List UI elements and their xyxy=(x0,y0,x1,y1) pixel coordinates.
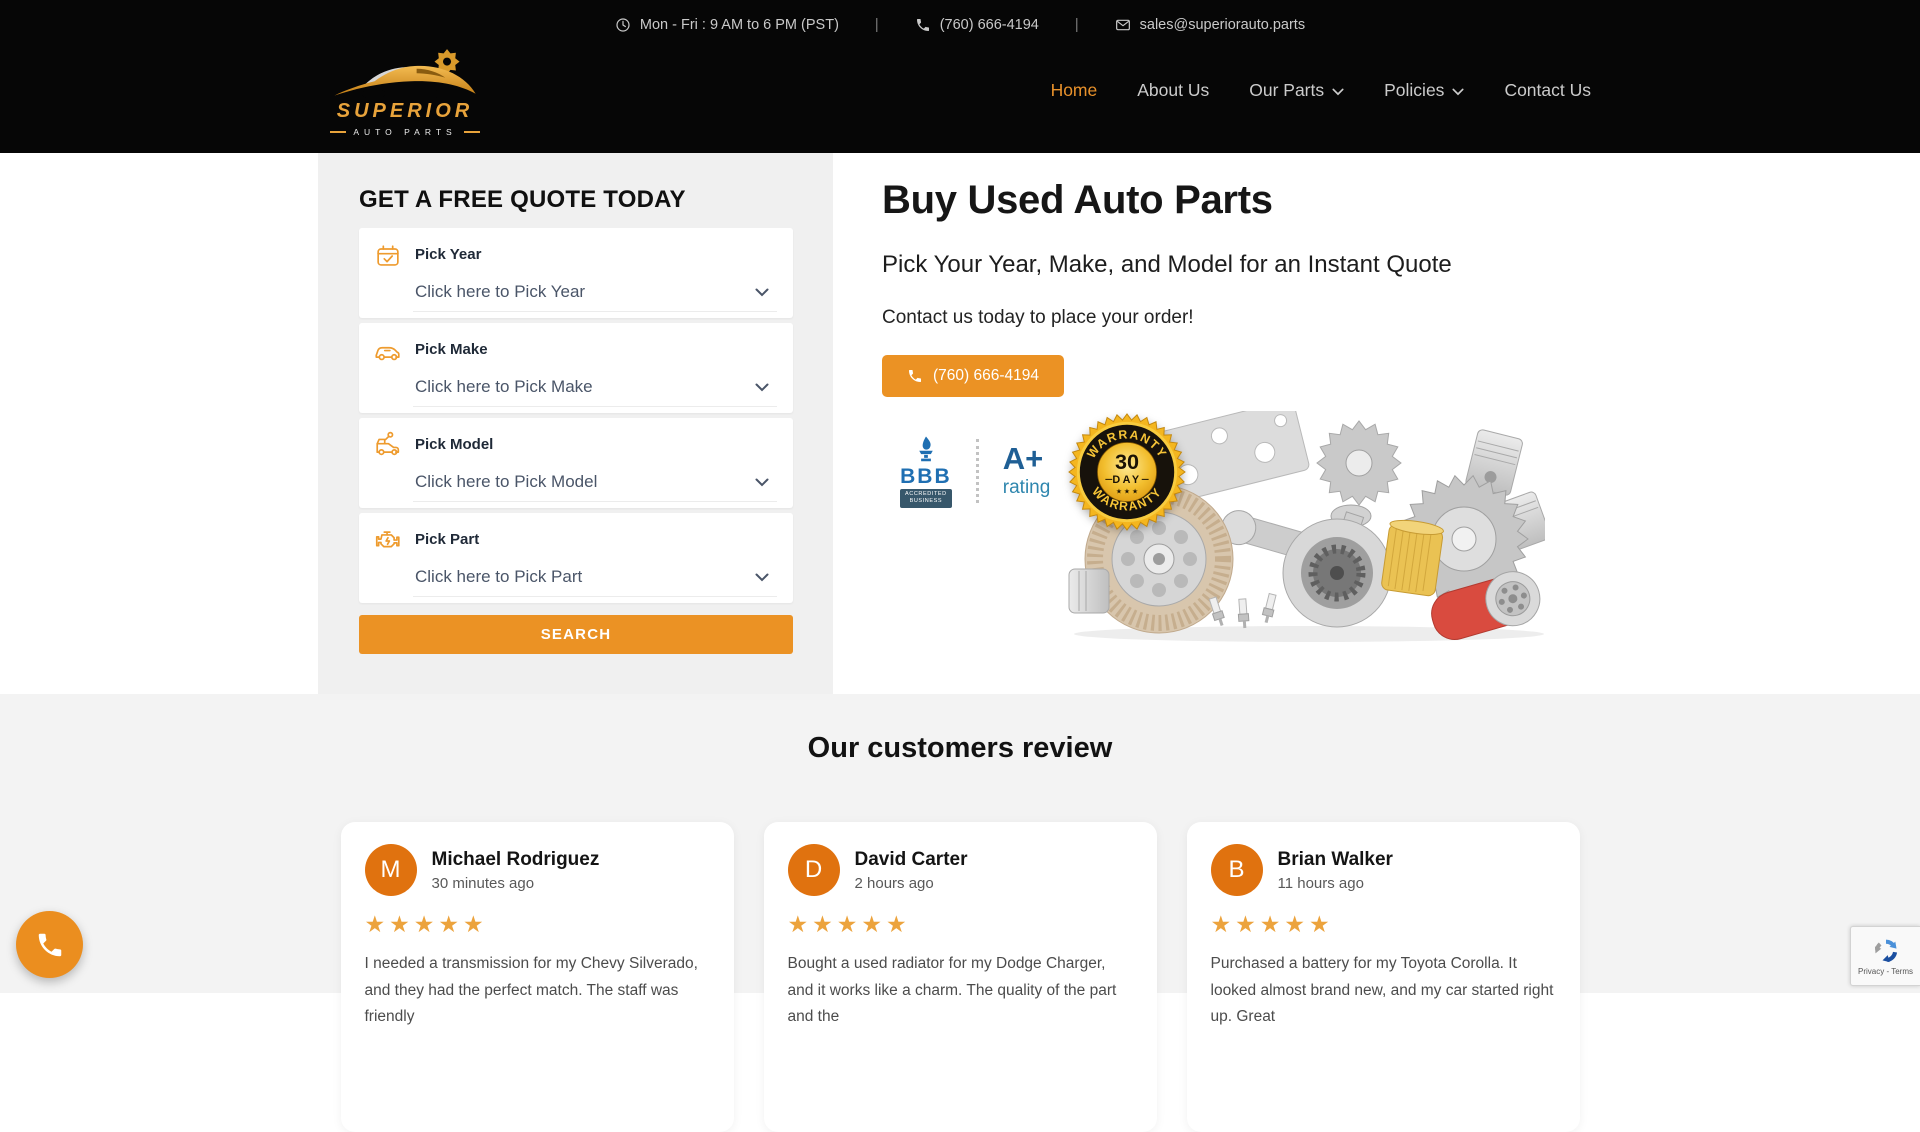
topbar-separator: | xyxy=(1075,17,1079,33)
reviews-section: Our customers review M Michael Rodriguez… xyxy=(0,694,1920,993)
topbar-phone-text: (760) 666-4194 xyxy=(940,17,1039,33)
hours-text: Mon - Fri : 9 AM to 6 PM (PST) xyxy=(640,17,839,33)
chevron-down-icon xyxy=(1452,88,1464,96)
main-header-row: SUPERIOR AUTO PARTS Home About Us Our Pa… xyxy=(329,42,1591,137)
recaptcha-badge[interactable]: Privacy - Terms xyxy=(1850,926,1920,986)
quote-form-title: GET A FREE QUOTE TODAY xyxy=(359,186,793,214)
hero-section: GET A FREE QUOTE TODAY Pick Year Click h… xyxy=(0,153,1920,694)
topbar: Mon - Fri : 9 AM to 6 PM (PST) | (760) 6… xyxy=(0,0,1920,42)
chevron-down-icon xyxy=(755,478,769,487)
review-card: B Brian Walker 11 hours ago ★★★★★ Purcha… xyxy=(1187,822,1580,1132)
rating-label: rating xyxy=(1003,477,1051,499)
bbb-torch-icon xyxy=(911,435,941,465)
review-card: M Michael Rodriguez 30 minutes ago ★★★★★… xyxy=(341,822,734,1132)
reviewer-name: David Carter xyxy=(855,849,968,871)
hero-subtitle: Pick Your Year, Make, and Model for an I… xyxy=(882,251,1920,279)
hero-phone-button[interactable]: (760) 666-4194 xyxy=(882,355,1064,397)
envelope-icon xyxy=(1115,17,1131,33)
hero-phone-text: (760) 666-4194 xyxy=(933,367,1039,385)
field-label: Pick Model xyxy=(415,431,493,453)
car-icon xyxy=(373,336,403,366)
star-rating: ★★★★★ xyxy=(365,911,710,938)
pick-model-select[interactable]: Click here to Pick Model xyxy=(413,470,777,502)
air-filter xyxy=(1381,518,1444,597)
hero-cta-text: Contact us today to place your order! xyxy=(882,307,1920,329)
trust-badges: BBB ACCREDITED BUSINESS A+ rating xyxy=(900,435,1050,508)
nav-our-parts[interactable]: Our Parts xyxy=(1249,80,1344,101)
topbar-phone-link[interactable]: (760) 666-4194 xyxy=(915,17,1039,33)
chevron-down-icon xyxy=(755,288,769,297)
reviews-title: Our customers review xyxy=(0,694,1920,765)
pick-year-select[interactable]: Click here to Pick Year xyxy=(413,280,777,312)
review-text: I needed a transmission for my Chevy Sil… xyxy=(365,951,710,1031)
site-header: Mon - Fri : 9 AM to 6 PM (PST) | (760) 6… xyxy=(0,0,1920,153)
field-label: Pick Year xyxy=(415,241,481,263)
business-hours: Mon - Fri : 9 AM to 6 PM (PST) xyxy=(615,17,839,33)
warranty-unit: DAY xyxy=(1112,474,1141,486)
search-button[interactable]: SEARCH xyxy=(359,615,793,654)
review-card: D David Carter 2 hours ago ★★★★★ Bought … xyxy=(764,822,1157,1132)
avatar: D xyxy=(788,844,840,896)
review-cards: M Michael Rodriguez 30 minutes ago ★★★★★… xyxy=(0,822,1920,1132)
review-time: 2 hours ago xyxy=(855,875,968,892)
bbb-accredited-text: ACCREDITED BUSINESS xyxy=(900,489,952,508)
phone-icon xyxy=(907,368,923,384)
field-pick-year: Pick Year Click here to Pick Year xyxy=(359,228,793,318)
bbb-rating: A+ rating xyxy=(1003,443,1051,499)
pick-part-select[interactable]: Click here to Pick Part xyxy=(413,565,777,597)
field-pick-model: Pick Model Click here to Pick Model xyxy=(359,418,793,508)
reviewer-name: Michael Rodriguez xyxy=(432,849,600,871)
nav-home[interactable]: Home xyxy=(1051,80,1098,101)
topbar-email-link[interactable]: sales@superiorauto.parts xyxy=(1115,17,1305,33)
engine-icon xyxy=(373,526,403,556)
reviewer-name: Brian Walker xyxy=(1278,849,1393,871)
review-time: 30 minutes ago xyxy=(432,875,600,892)
warranty-30-day-badge: WARRANTY WARRANTY 30 DAY ★ ★ ★ xyxy=(1068,413,1186,531)
rating-value: A+ xyxy=(1003,443,1051,474)
recaptcha-privacy-terms[interactable]: Privacy - Terms xyxy=(1858,967,1913,976)
phone-icon xyxy=(35,930,65,960)
nav-policies[interactable]: Policies xyxy=(1384,80,1464,101)
review-text: Bought a used radiator for my Dodge Char… xyxy=(788,951,1133,1031)
dotted-divider xyxy=(976,439,979,503)
clock-icon xyxy=(615,17,631,33)
recaptcha-icon xyxy=(1872,937,1900,965)
hero-title: Buy Used Auto Parts xyxy=(882,178,1920,223)
hero-content: Buy Used Auto Parts Pick Your Year, Make… xyxy=(882,153,1920,694)
brand-tagline: AUTO PARTS xyxy=(329,127,481,137)
brand-name: SUPERIOR xyxy=(329,100,481,123)
field-label: Pick Make xyxy=(415,336,488,358)
topbar-separator: | xyxy=(875,17,879,33)
chevron-down-icon xyxy=(755,573,769,582)
star-rating: ★★★★★ xyxy=(1211,911,1556,938)
review-time: 11 hours ago xyxy=(1278,875,1393,892)
topbar-email-text: sales@superiorauto.parts xyxy=(1140,17,1305,33)
avatar: M xyxy=(365,844,417,896)
calendar-icon xyxy=(373,241,403,271)
review-text: Purchased a battery for my Toyota Coroll… xyxy=(1211,951,1556,1031)
piston-side xyxy=(1069,569,1109,613)
nav-about-us[interactable]: About Us xyxy=(1137,80,1209,101)
avatar: B xyxy=(1211,844,1263,896)
logo-car-graphic xyxy=(329,46,481,104)
field-pick-part: Pick Part Click here to Pick Part xyxy=(359,513,793,603)
bbb-letters: BBB xyxy=(900,466,952,487)
pick-make-select[interactable]: Click here to Pick Make xyxy=(413,375,777,407)
turbocharger xyxy=(1283,505,1391,627)
chevron-down-icon xyxy=(1332,88,1344,96)
field-pick-make: Pick Make Click here to Pick Make xyxy=(359,323,793,413)
star-rating: ★★★★★ xyxy=(788,911,1133,938)
nav-contact-us[interactable]: Contact Us xyxy=(1504,80,1591,101)
bbb-accredited-logo: BBB ACCREDITED BUSINESS xyxy=(900,435,952,508)
warranty-stars: ★ ★ ★ xyxy=(1116,489,1138,496)
main-navigation: Home About Us Our Parts Policies Contact… xyxy=(1051,42,1591,101)
phone-icon xyxy=(915,17,931,33)
warranty-value: 30 xyxy=(1115,449,1139,474)
site-logo[interactable]: SUPERIOR AUTO PARTS xyxy=(329,46,481,137)
truck-icon xyxy=(373,431,403,461)
chevron-down-icon xyxy=(755,383,769,392)
floating-phone-button[interactable] xyxy=(16,911,83,978)
quote-form: GET A FREE QUOTE TODAY Pick Year Click h… xyxy=(318,153,833,694)
field-label: Pick Part xyxy=(415,526,479,548)
